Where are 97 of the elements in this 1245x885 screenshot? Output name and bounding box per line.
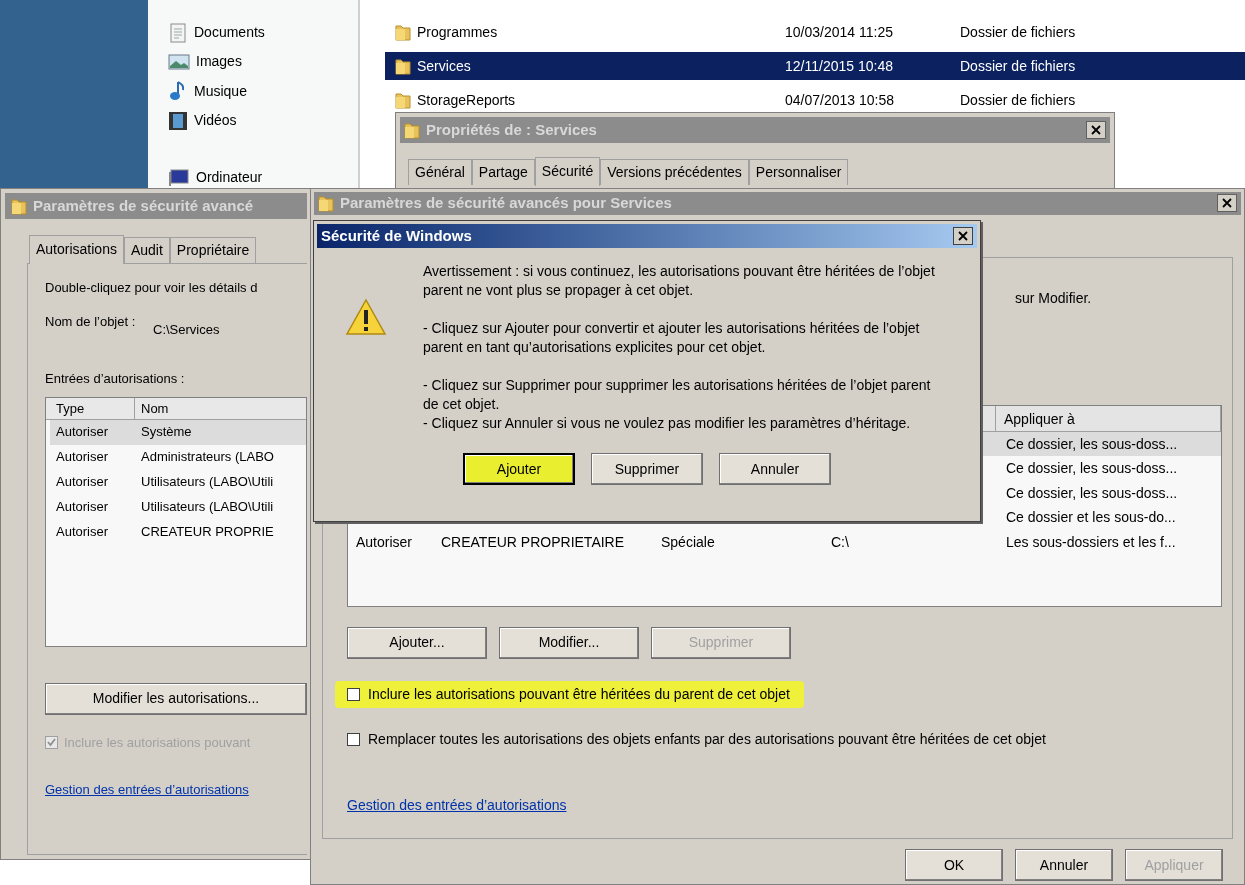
button[interactable]: Modifier les autorisations... (45, 682, 307, 715)
link[interactable]: Gestion des entrées d’autorisations (347, 794, 567, 816)
column-header: Type (50, 397, 135, 419)
list-row[interactable]: Autoriser CREATEUR PROPRIETAIRE Spéciale C:\ Les sous-dossiers et les f... (348, 529, 1221, 555)
window-title: Paramètres de sécurité avancés pour Services (340, 193, 672, 214)
tab[interactable]: Versions précédentes (600, 159, 749, 185)
list-cell: Les sous-dossiers et les f... (1006, 533, 1176, 550)
link[interactable]: Gestion des entrées d’autorisations (45, 780, 307, 800)
button[interactable]: Modifier... (499, 626, 639, 659)
picture-icon (168, 52, 190, 71)
column-header: Appliquer à (996, 405, 1221, 431)
file-name: StorageReports (417, 90, 516, 110)
object-label: Nom de l’objet : (45, 312, 137, 331)
nav-item[interactable]: Documents (194, 22, 265, 43)
folder-icon (11, 197, 27, 215)
file-date: 04/07/2013 10:58 (785, 90, 895, 110)
nav-item[interactable]: Ordinateur (196, 167, 263, 188)
checkbox-label: Remplacer toutes les autorisations des objets enfants par des autorisations pouvant être héritées de cet objet (368, 729, 1046, 749)
file-type: Dossier de fichiers (960, 90, 1076, 110)
checkbox[interactable] (347, 687, 360, 701)
tab[interactable]: Audit (123, 237, 170, 263)
file-type: Dossier de fichiers (960, 22, 1076, 42)
button[interactable]: OK (905, 849, 1003, 881)
file-date: 10/03/2014 11:25 (785, 22, 894, 42)
file-row[interactable]: Services 12/11/2015 10:48 Dossier de fichiers (385, 52, 1245, 80)
nav-item[interactable]: Vidéos (194, 110, 237, 131)
folder-icon (395, 91, 411, 109)
message-text: - Cliquez sur Annuler si vous ne voulez pas modifier les paramètres d’héritage. (423, 414, 912, 433)
nav-item[interactable]: Musique (194, 80, 247, 102)
file-type: Dossier de fichiers (960, 56, 1076, 76)
type-cell-text: Autoriser (55, 423, 110, 442)
message-text: Avertissement : si vous continuez, les autorisations pouvant être héritées de l’objet parent ne vont plus se propager à cet objet. (423, 262, 936, 300)
checkbox[interactable] (347, 732, 360, 746)
name-cell-text: CREATEUR PROPRIE (140, 523, 274, 542)
nav-item[interactable]: Images (196, 51, 242, 72)
list-row[interactable]: Autoriser CREATEUR PROPRIE (50, 519, 306, 545)
folder-icon (395, 57, 411, 75)
instruction-text: Double-cliquez pour voir les détails d (45, 279, 259, 297)
tab[interactable]: Sécurité (534, 157, 601, 186)
warning-icon (345, 298, 387, 336)
dialog-title: Sécurité de Windows (321, 225, 472, 246)
button[interactable]: Ajouter... (347, 626, 487, 659)
name-cell-text: Utilisateurs (LABO\Utili (140, 498, 274, 517)
folder-icon (318, 194, 334, 213)
list-cell: Autoriser (356, 533, 413, 550)
close-icon (1222, 198, 1232, 209)
file-row[interactable]: Programmes 10/03/2014 11:25 Dossier de fichiers (385, 18, 1245, 46)
window-title: Propriétés de : Services (426, 119, 597, 140)
window-title: Paramètres de sécurité avancé (33, 195, 254, 216)
list-cell: Ce dossier, les sous-doss... (1006, 484, 1178, 501)
column-header: Nom (140, 399, 170, 418)
button[interactable]: Annuler (719, 453, 831, 485)
list-row[interactable]: Autoriser Administrateurs (LABO (50, 444, 306, 470)
list-cell: CREATEUR PROPRIETAIRE (441, 533, 625, 550)
name-cell-text: Système (140, 423, 192, 442)
file-name: Services (417, 56, 471, 76)
tab[interactable]: Autorisations (29, 235, 124, 264)
list-cell: Ce dossier, les sous-doss... (1006, 435, 1178, 452)
message-text: - Cliquez sur Supprimer pour supprimer les autorisations héritées de l’objet parent de cet objet. (423, 376, 932, 414)
object-path: C:\Services (153, 320, 220, 339)
checkbox-label: Inclure les autorisations pouvant être héritées du parent de cet objet (368, 684, 790, 704)
type-cell-text: Autoriser (55, 498, 110, 517)
tab[interactable]: Général (408, 159, 472, 185)
folder-icon (404, 121, 420, 139)
close-icon (958, 231, 968, 241)
list-cell: Ce dossier et les sous-do... (1006, 509, 1176, 526)
list-cell: Spéciale (661, 533, 715, 550)
folder-icon (395, 23, 411, 41)
button[interactable]: Annuler (1015, 849, 1113, 881)
button[interactable]: Supprimer (591, 453, 703, 485)
type-cell-text: Autoriser (55, 523, 110, 542)
message-text: - Cliquez sur Ajouter pour convertir et ajouter les autorisations héritées de l’objet parent en tant qu’autorisations explicites pour cet objet. (423, 319, 921, 357)
checkmark-icon (47, 737, 56, 747)
list-row[interactable]: Autoriser Utilisateurs (LABO\Utili (50, 494, 306, 520)
file-row[interactable]: StorageReports 04/07/2013 10:58 Dossier de fichiers (385, 86, 1245, 114)
document-icon (168, 22, 188, 43)
close-icon (1091, 125, 1101, 135)
name-cell-text: Utilisateurs (LABO\Utili (140, 473, 274, 492)
entries-label: Entrées d’autorisations : (45, 370, 186, 388)
list-cell: C:\ (831, 533, 849, 550)
button[interactable]: Ajouter (463, 453, 575, 485)
tab[interactable]: Partage (471, 159, 535, 185)
tab[interactable]: Propriétaire (169, 237, 257, 263)
list-row[interactable]: Autoriser Système (50, 419, 306, 445)
file-name: Programmes (417, 22, 498, 42)
type-cell-text: Autoriser (55, 448, 110, 467)
list-row[interactable]: Autoriser Utilisateurs (LABO\Utili (50, 469, 306, 495)
computer-icon (168, 168, 190, 187)
tab[interactable]: Personnaliser (748, 159, 849, 185)
film-icon (168, 110, 188, 131)
name-cell-text: Administrateurs (LABO (140, 448, 274, 467)
close-button[interactable] (1217, 194, 1237, 213)
instruction-text: sur Modifier. (1015, 288, 1093, 308)
close-button[interactable] (1086, 121, 1106, 139)
file-date: 12/11/2015 10:48 (785, 56, 894, 76)
type-cell-text: Autoriser (55, 473, 110, 492)
close-button[interactable] (953, 227, 973, 245)
